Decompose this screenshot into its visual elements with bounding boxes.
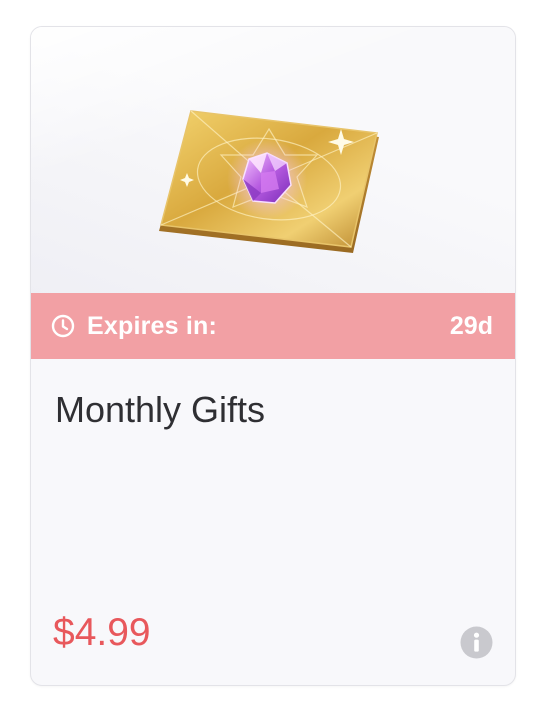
expiry-bar: Expires in: 29d — [31, 293, 515, 359]
info-icon[interactable] — [460, 626, 493, 659]
expiry-countdown: 29d — [449, 311, 493, 340]
gold-card-gem-icon — [159, 110, 379, 253]
product-image-area — [31, 27, 515, 293]
expiry-label: Expires in: — [87, 311, 218, 340]
price-label[interactable]: $4.99 — [53, 611, 151, 655]
product-title: Monthly Gifts — [55, 389, 266, 430]
clock-icon — [51, 314, 75, 338]
monthly-gifts-card[interactable]: Expires in: 29d Monthly Gifts $4.99 — [30, 26, 516, 686]
